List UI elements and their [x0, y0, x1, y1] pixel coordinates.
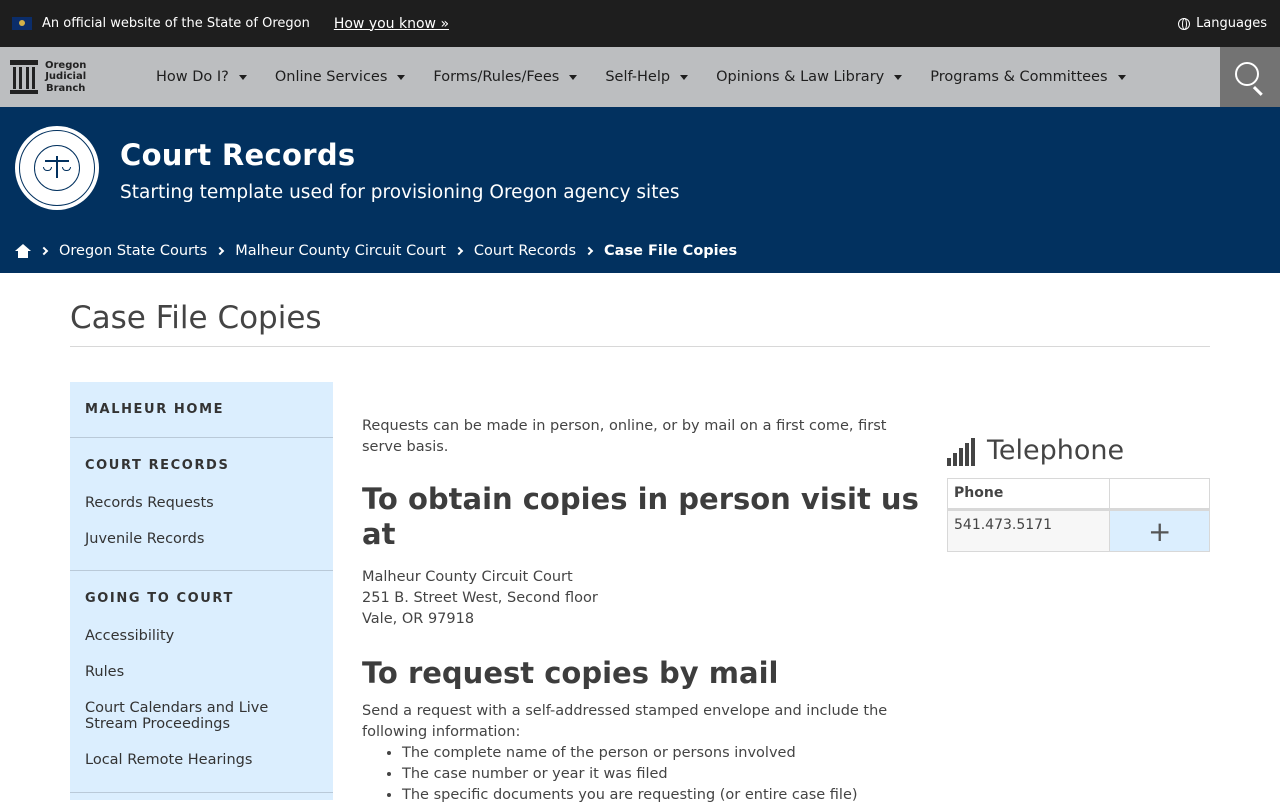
nav-programs-committees[interactable]: Programs & Committees [930, 69, 1126, 85]
sidebar-heading-going-to-court[interactable]: GOING TO COURT [70, 571, 333, 628]
main-content: Requests can be made in person, online, … [362, 416, 922, 806]
logo-text: Oregon Judicial Branch [45, 59, 87, 94]
site-tagline: Starting template used for provisioning … [120, 182, 680, 203]
globe-icon [1178, 17, 1191, 30]
breadcrumb-link[interactable]: Oregon State Courts [59, 243, 207, 259]
sidebar-heading-court-records[interactable]: COURT RECORDS [70, 438, 333, 495]
intro-text: Requests can be made in person, online, … [362, 418, 887, 455]
chevron-down-icon [680, 74, 689, 80]
telephone-title: Telephone [987, 435, 1125, 466]
sidebar-section: COURT RECORDS Records Requests Juvenile … [70, 438, 333, 571]
languages-label: Languages [1196, 16, 1267, 31]
chevron-right-icon [39, 246, 49, 256]
sidebar-item-juvenile-records[interactable]: Juvenile Records [70, 531, 333, 547]
breadcrumb: Oregon State Courts Malheur County Circu… [15, 243, 737, 259]
telephone-header: Telephone [947, 436, 1210, 466]
column-header-phone: Phone [948, 479, 1111, 508]
chevron-right-icon [454, 246, 464, 256]
address-line: Vale, OR 97918 [362, 611, 475, 627]
sidebar-item-court-calendars[interactable]: Court Calendars and Live Stream Proceedi… [70, 700, 333, 732]
list-item: The case number or year it was filed [402, 764, 922, 785]
judicial-department-seal [15, 126, 99, 210]
how-you-know-link[interactable]: How you know » [334, 16, 449, 32]
chevron-down-icon [569, 74, 578, 80]
nav-forms-rules-fees[interactable]: Forms/Rules/Fees [433, 69, 578, 85]
site-title: Court Records [120, 138, 356, 172]
chevron-right-icon [215, 246, 225, 256]
table-header-row: Phone [948, 479, 1209, 511]
oregon-flag-icon [12, 17, 32, 30]
main-nav: Oregon Judicial Branch How Do I? Online … [0, 47, 1280, 107]
mail-instructions: Send a request with a self-addressed sta… [362, 703, 888, 740]
sidebar-item-records-requests[interactable]: Records Requests [70, 495, 333, 511]
phone-number: 541.473.5171 [948, 511, 1111, 551]
nav-online-services[interactable]: Online Services [275, 69, 406, 85]
breadcrumb-link[interactable]: Court Records [474, 243, 576, 259]
search-button[interactable] [1220, 47, 1280, 107]
address-line: 251 B. Street West, Second floor [362, 590, 598, 606]
official-text: An official website of the State of Oreg… [42, 16, 310, 31]
sidebar: MALHEUR HOME COURT RECORDS Records Reque… [70, 382, 333, 800]
page-title: Case File Copies [70, 300, 322, 336]
signal-bars-icon [947, 438, 977, 466]
languages-button[interactable]: Languages [1178, 0, 1267, 47]
home-icon[interactable] [15, 244, 31, 258]
expand-button[interactable]: + [1110, 511, 1209, 551]
column-header-empty [1110, 479, 1209, 508]
sidebar-item-rules[interactable]: Rules [70, 664, 333, 680]
address-line: Malheur County Circuit Court [362, 569, 573, 585]
plus-icon: + [1147, 514, 1172, 548]
divider [70, 346, 1210, 347]
mail-requirements-list: The complete name of the person or perso… [402, 743, 922, 806]
breadcrumb-link[interactable]: Malheur County Circuit Court [235, 243, 446, 259]
nav-self-help[interactable]: Self-Help [605, 69, 689, 85]
search-icon [1235, 62, 1259, 86]
telephone-widget: Telephone Phone 541.473.5171 + [947, 436, 1210, 552]
official-banner: An official website of the State of Oreg… [0, 0, 1280, 47]
scales-icon [43, 155, 71, 181]
court-address: Malheur County Circuit Court 251 B. Stre… [362, 567, 922, 630]
list-item: The complete name of the person or perso… [402, 743, 922, 764]
table-row: 541.473.5171 + [948, 511, 1209, 551]
sidebar-item-accessibility[interactable]: Accessibility [70, 628, 333, 644]
pillar-icon [10, 60, 38, 94]
ojb-logo[interactable]: Oregon Judicial Branch [0, 60, 150, 95]
sidebar-heading-malheur-home[interactable]: MALHEUR HOME [70, 382, 333, 437]
chevron-down-icon [238, 74, 247, 80]
nav-how-do-i[interactable]: How Do I? [156, 69, 247, 85]
mail-heading: To request copies by mail [362, 656, 779, 690]
chevron-right-icon [584, 246, 594, 256]
telephone-table: Phone 541.473.5171 + [947, 478, 1210, 552]
chevron-down-icon [894, 74, 903, 80]
obtain-heading: To obtain copies in person visit us at [362, 482, 919, 551]
breadcrumb-current: Case File Copies [604, 243, 738, 259]
nav-opinions-law-library[interactable]: Opinions & Law Library [716, 69, 903, 85]
sidebar-section: MALHEUR HOME [70, 382, 333, 438]
sidebar-item-local-remote-hearings[interactable]: Local Remote Hearings [70, 752, 333, 768]
list-item: The specific documents you are requestin… [402, 785, 922, 806]
site-header: Court Records Starting template used for… [0, 107, 1280, 273]
chevron-down-icon [397, 74, 406, 80]
chevron-down-icon [1117, 74, 1126, 80]
nav-menu: How Do I? Online Services Forms/Rules/Fe… [156, 69, 1154, 85]
sidebar-section: GOING TO COURT Accessibility Rules Court… [70, 571, 333, 793]
